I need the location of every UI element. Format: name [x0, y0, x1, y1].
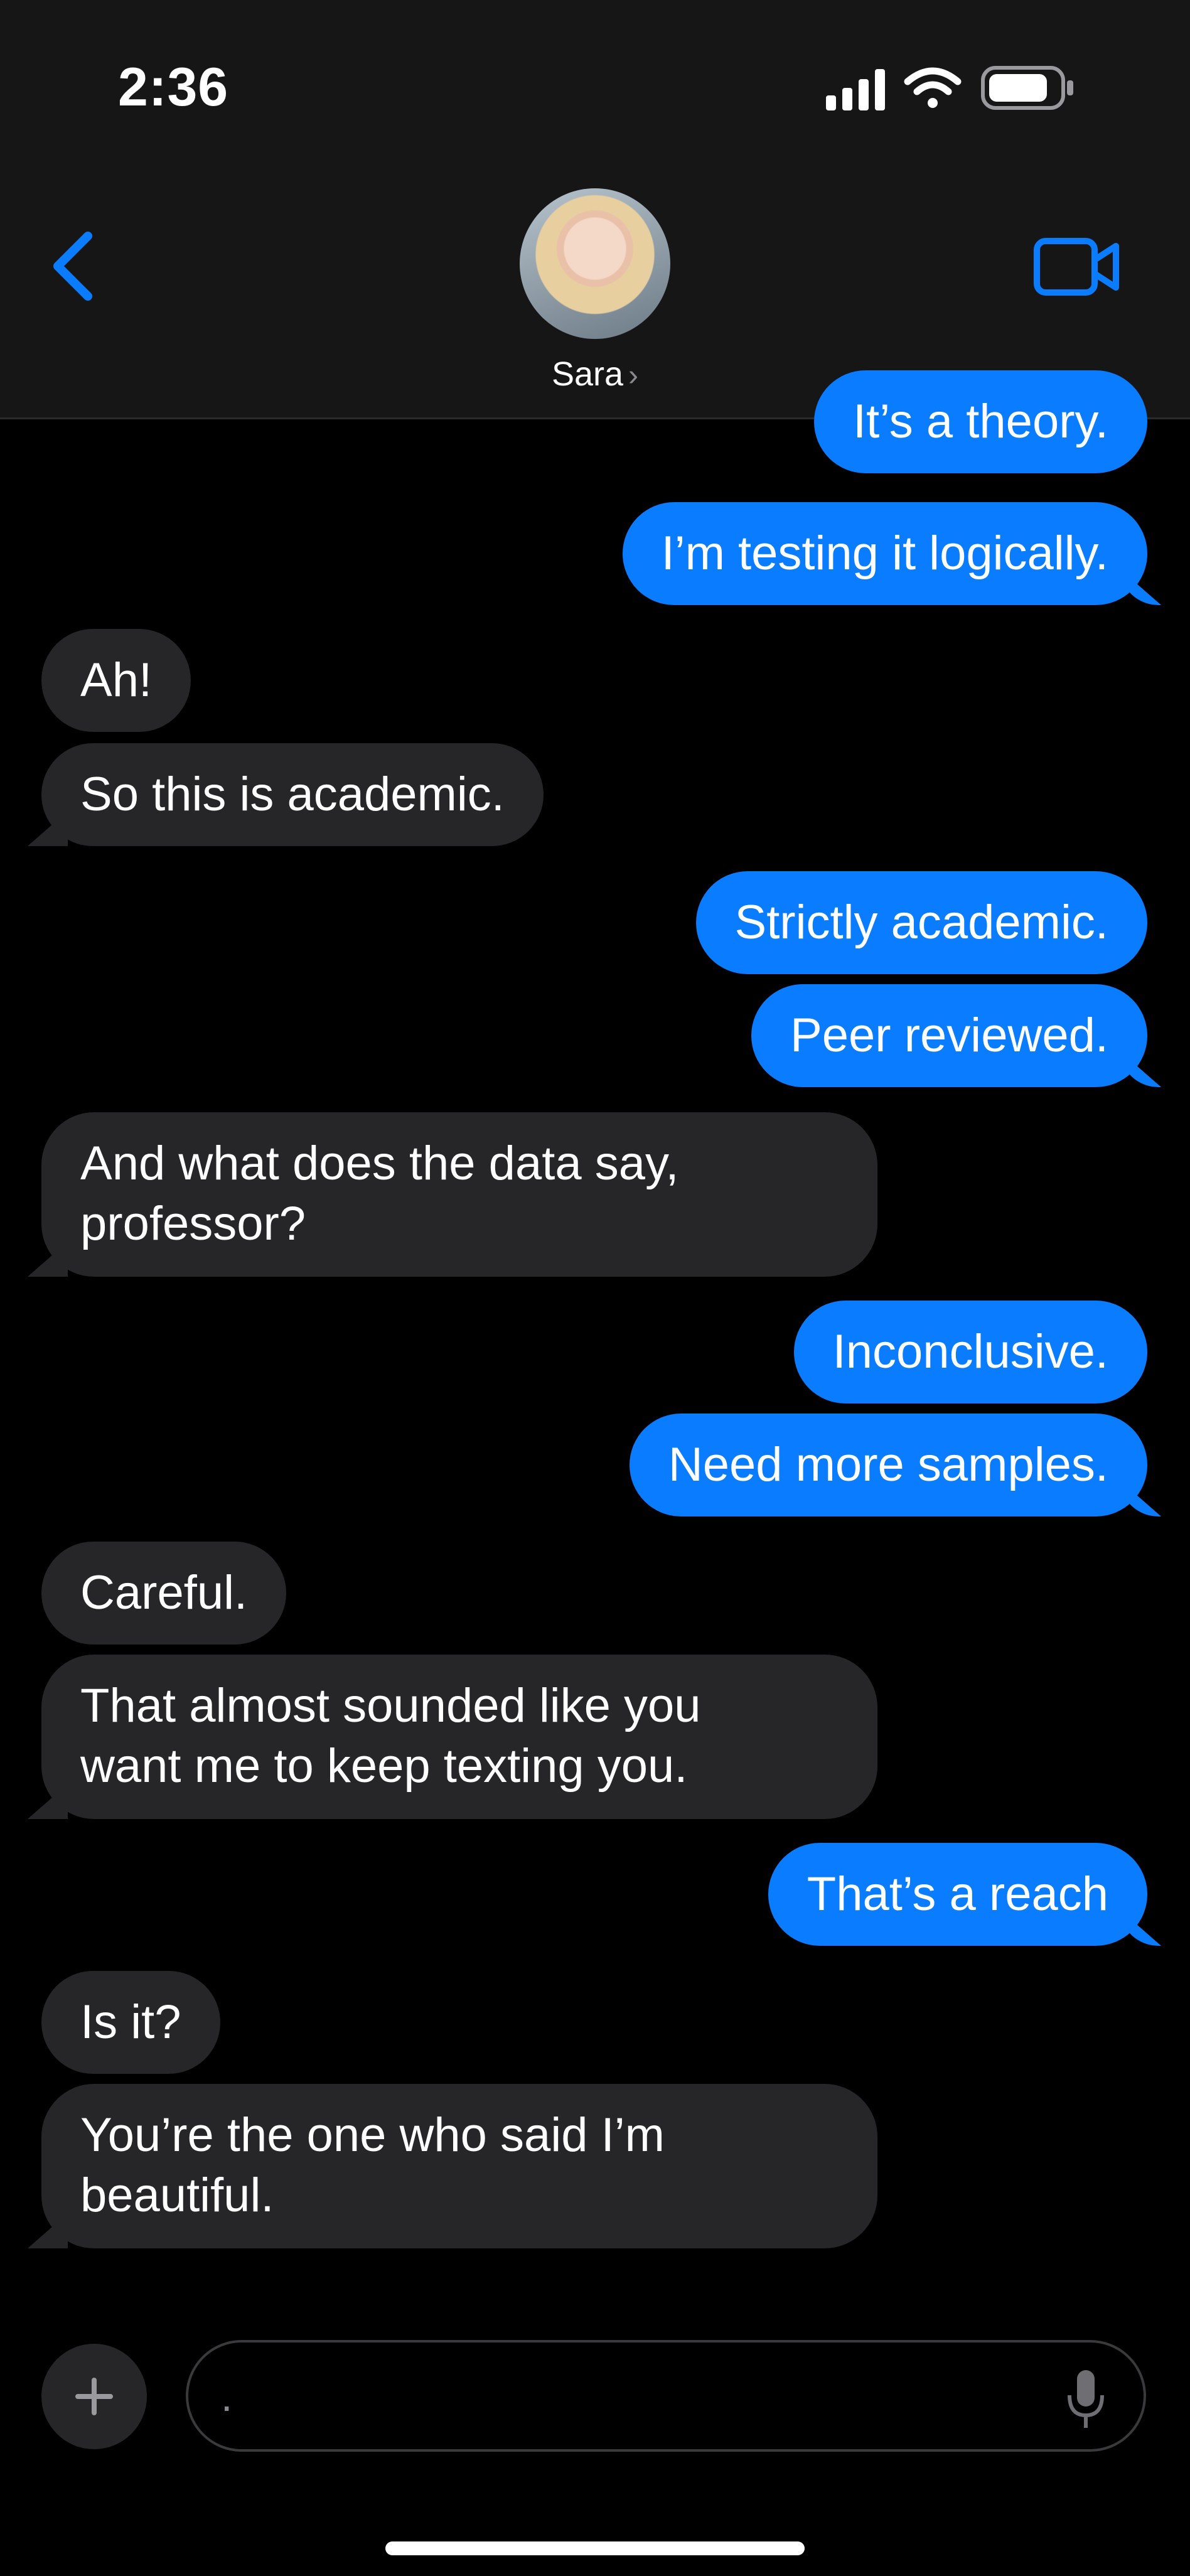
microphone-icon[interactable]: [1066, 2368, 1106, 2430]
avatar[interactable]: [520, 188, 670, 339]
message-bubble-incoming[interactable]: And what does the data say, professor?: [41, 1112, 877, 1277]
message-text: You’re the one who said I’m beautiful.: [80, 2108, 665, 2222]
add-attachment-button[interactable]: [41, 2344, 147, 2449]
message-bubble-outgoing[interactable]: I’m testing it logically.: [622, 502, 1147, 605]
wifi-icon: [904, 67, 962, 108]
message-bubble-outgoing[interactable]: It’s a theory.: [814, 370, 1147, 473]
message-text: I’m testing it logically.: [661, 527, 1108, 580]
home-indicator[interactable]: [385, 2541, 805, 2555]
contact-name: Sara: [551, 355, 624, 393]
message-bubble-outgoing[interactable]: Strictly academic.: [695, 871, 1147, 974]
message-text: Strictly academic.: [734, 896, 1109, 949]
message-bubble-incoming[interactable]: So this is academic.: [41, 743, 544, 846]
message-text: That almost sounded like you want me to …: [80, 1679, 701, 1793]
message-thread[interactable]: It’s a theory. I’m testing it logically.…: [0, 370, 1190, 2302]
status-icons: [826, 66, 1073, 110]
message-composer: [0, 2322, 1190, 2576]
back-chevron-icon[interactable]: [48, 231, 98, 301]
message-input-box[interactable]: [186, 2340, 1146, 2452]
cellular-signal-icon: [826, 69, 885, 110]
message-text: That’s a reach: [807, 1867, 1108, 1921]
message-text: Peer reviewed.: [790, 1009, 1108, 1062]
message-text: And what does the data say, professor?: [80, 1137, 679, 1250]
message-bubble-incoming[interactable]: Ah!: [41, 629, 191, 732]
message-text: Careful.: [80, 1566, 248, 1619]
message-bubble-outgoing[interactable]: That’s a reach: [768, 1843, 1147, 1946]
message-bubble-incoming[interactable]: Careful.: [41, 1542, 287, 1645]
message-bubble-incoming[interactable]: That almost sounded like you want me to …: [41, 1655, 877, 1819]
message-text: Ah!: [80, 653, 153, 707]
message-bubble-outgoing[interactable]: Peer reviewed.: [751, 984, 1147, 1087]
message-text: Inconclusive.: [832, 1325, 1108, 1378]
message-input[interactable]: [220, 2368, 1038, 2425]
plus-icon: [75, 2378, 113, 2415]
video-call-icon[interactable]: [1033, 237, 1121, 296]
message-bubble-outgoing[interactable]: Inconclusive.: [793, 1301, 1147, 1403]
message-bubble-incoming[interactable]: Is it?: [41, 1971, 220, 2074]
message-bubble-incoming[interactable]: You’re the one who said I’m beautiful.: [41, 2084, 877, 2248]
status-time: 2:36: [118, 57, 229, 117]
message-bubble-outgoing[interactable]: Need more samples.: [629, 1414, 1147, 1516]
message-text: It’s a theory.: [853, 395, 1108, 448]
message-text: Need more samples.: [668, 1438, 1108, 1491]
battery-icon: [981, 66, 1073, 110]
message-text: Is it?: [80, 1995, 181, 2049]
message-text: So this is academic.: [80, 768, 505, 821]
conversation-header: 2:36 Sara ›: [0, 0, 1190, 419]
contact-chevron-icon: ›: [628, 359, 639, 392]
